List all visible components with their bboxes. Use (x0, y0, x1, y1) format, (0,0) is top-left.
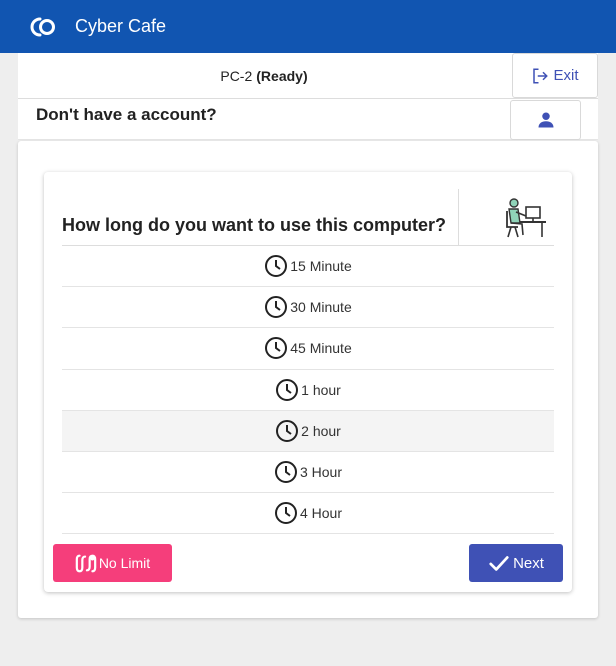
pc-name: PC-2 (220, 68, 253, 84)
option-label: 30 Minute (290, 299, 352, 316)
option-45-minute[interactable]: 45 Minute (62, 328, 554, 370)
question-text: How long do you want to use this compute… (62, 215, 446, 235)
clock-icon (265, 255, 288, 278)
option-4-hour[interactable]: 4 Hour (62, 493, 554, 535)
app-title: Cyber Cafe (75, 16, 167, 36)
clock-icon (274, 502, 297, 525)
clock-icon (265, 337, 288, 360)
exit-button[interactable]: Exit (512, 53, 598, 98)
clock-icon (276, 419, 299, 442)
account-prompt: Don't have a account? (36, 105, 217, 124)
account-button[interactable] (510, 100, 581, 140)
person-icon (538, 112, 553, 128)
question-header: How long do you want to use this compute… (62, 189, 554, 246)
option-15-minute[interactable]: 15 Minute (62, 246, 554, 288)
option-3-hour[interactable]: 3 Hour (62, 451, 554, 494)
option-label: 45 Minute (290, 340, 352, 357)
exit-label: Exit (553, 67, 579, 84)
no-limit-button[interactable]: No Limit (53, 544, 172, 582)
time-selection-card: How long do you want to use this compute… (44, 172, 572, 592)
person-at-computer-illustration (502, 197, 548, 244)
option-30-minute[interactable]: 30 Minute (62, 287, 554, 329)
time-options-list: 15 Minute 30 Minute 45 Minute 1 hour 2 h… (62, 246, 554, 535)
pc-status: PC-2 (Ready) (18, 53, 510, 99)
option-label: 4 Hour (299, 505, 343, 522)
clock-icon (276, 378, 299, 401)
pc-state: (Ready) (256, 68, 308, 84)
next-label: Next (513, 554, 544, 572)
clock-icon (274, 461, 297, 484)
cyber-cafe-logo-icon (30, 16, 60, 38)
option-label: 2 hour (301, 422, 341, 439)
option-1-hour[interactable]: 1 hour (62, 369, 554, 411)
no-limit-label: No Limit (98, 555, 151, 571)
app-bar: Cyber Cafe (0, 0, 616, 53)
account-row: Don't have a account? (18, 99, 598, 140)
option-label: 15 Minute (290, 258, 352, 275)
option-label: 3 Hour (299, 464, 343, 481)
option-2-hour[interactable]: 2 hour (62, 410, 554, 452)
infinity-icon (75, 554, 97, 573)
option-label: 1 hour (301, 381, 341, 398)
checkmark-icon (489, 556, 509, 571)
logout-icon (533, 68, 549, 83)
status-panel: PC-2 (Ready) Exit (18, 53, 598, 99)
next-button[interactable]: Next (469, 544, 563, 582)
header-divider (458, 189, 459, 246)
clock-icon (265, 296, 288, 319)
